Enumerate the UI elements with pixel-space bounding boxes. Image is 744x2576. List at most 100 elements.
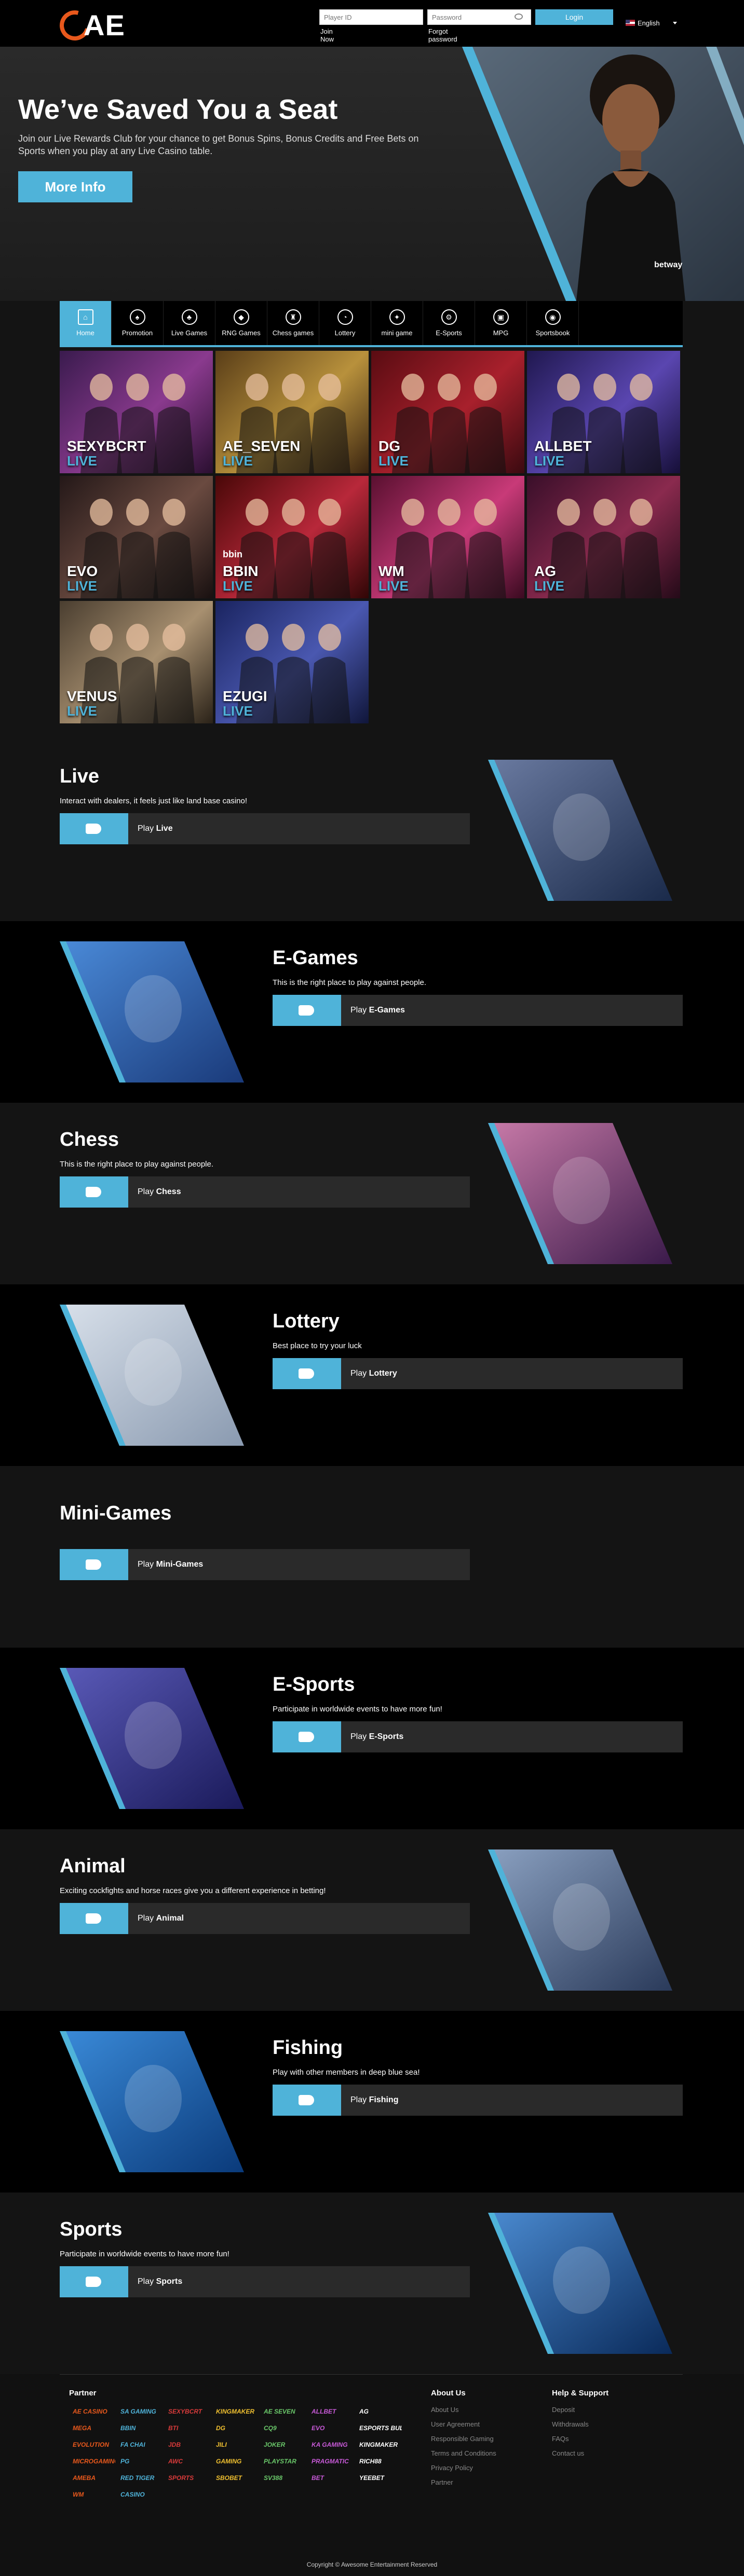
live-tile-ag[interactable]: AG LIVE bbox=[527, 476, 680, 598]
partner-logo: SPORTS bbox=[168, 2474, 194, 2482]
section-title: Mini-Games bbox=[60, 1502, 172, 1524]
footer-about-link[interactable]: Terms and Conditions bbox=[431, 2446, 496, 2461]
eye-icon[interactable] bbox=[515, 13, 523, 20]
partner-logo: EVO bbox=[312, 2424, 325, 2432]
partner-logo: KINGMAKER bbox=[359, 2441, 398, 2448]
tab-rng-games[interactable]: ◆ RNG Games bbox=[215, 301, 267, 345]
play-prefix: Play bbox=[138, 824, 154, 833]
play-button[interactable]: Play Animal bbox=[60, 1903, 470, 1934]
tab-live-games[interactable]: ♣ Live Games bbox=[164, 301, 215, 345]
tab-e-sports[interactable]: ⚙ E-Sports bbox=[423, 301, 475, 345]
provider-name: EVO bbox=[67, 563, 98, 579]
login-button[interactable]: Login bbox=[535, 9, 613, 25]
forgot-password-link[interactable]: Forgot password bbox=[428, 28, 457, 43]
tab-lottery[interactable]: ◔ Lottery bbox=[319, 301, 371, 345]
play-button[interactable]: Play Chess bbox=[60, 1176, 470, 1208]
section-live: Live Interact with dealers, it feels just… bbox=[0, 739, 744, 921]
play-label: Play Chess bbox=[138, 1187, 181, 1197]
play-icon-block bbox=[60, 1176, 128, 1208]
live-label: LIVE bbox=[67, 578, 97, 594]
play-label: Play Sports bbox=[138, 2277, 182, 2286]
play-game-name: E-Games bbox=[369, 1006, 405, 1015]
section-image bbox=[60, 1305, 244, 1446]
section-mini-games: Mini-Games Play Mini-Games bbox=[0, 1466, 744, 1648]
hand-icon bbox=[86, 1913, 101, 1924]
section-e-games: E-Games This is the right place to play a… bbox=[0, 921, 744, 1103]
logo[interactable]: AE bbox=[54, 5, 143, 46]
hero-title: We’ve Saved You a Seat bbox=[18, 94, 338, 125]
more-info-button[interactable]: More Info bbox=[18, 171, 132, 202]
tab-label: RNG Games bbox=[222, 329, 261, 337]
language-label: English bbox=[638, 19, 660, 27]
section-title: Sports bbox=[60, 2218, 123, 2240]
hand-icon bbox=[299, 2095, 314, 2105]
footer-about-link[interactable]: Partner bbox=[431, 2475, 496, 2490]
play-button[interactable]: Play Mini-Games bbox=[60, 1549, 470, 1580]
us-flag-icon bbox=[626, 20, 635, 26]
footer-help-link[interactable]: Contact us bbox=[552, 2446, 589, 2461]
play-button[interactable]: Play Lottery bbox=[273, 1358, 683, 1389]
hand-icon bbox=[86, 1187, 101, 1197]
tab-chess-games[interactable]: ♜ Chess games bbox=[267, 301, 319, 345]
live-tile-ezugi[interactable]: EZUGI LIVE bbox=[215, 601, 369, 723]
play-button[interactable]: Play E-Sports bbox=[273, 1721, 683, 1752]
live-tile-allbet[interactable]: ALLBET LIVE bbox=[527, 351, 680, 473]
hero-banner: We’ve Saved You a Seat Join our Live Rew… bbox=[0, 47, 744, 301]
hand-icon bbox=[86, 824, 101, 834]
play-game-name: Sports bbox=[156, 2277, 183, 2286]
tab-home[interactable]: ⌂ Home bbox=[60, 301, 112, 345]
sportsbook-icon: ◉ bbox=[545, 309, 561, 325]
play-icon-block bbox=[60, 813, 128, 844]
live-tile-evo[interactable]: EVO LIVE bbox=[60, 476, 213, 598]
partner-logo: FA CHAI bbox=[120, 2441, 145, 2448]
section-image bbox=[60, 1668, 244, 1809]
provider-name: AG bbox=[534, 563, 556, 579]
play-button[interactable]: Play Live bbox=[60, 813, 470, 844]
footer-help-link[interactable]: FAQs bbox=[552, 2432, 589, 2446]
home-icon: ⌂ bbox=[77, 309, 93, 325]
player-id-input[interactable] bbox=[319, 9, 423, 25]
live-label: LIVE bbox=[223, 703, 253, 719]
play-game-name: Live bbox=[156, 824, 173, 833]
play-button[interactable]: Play Sports bbox=[60, 2266, 470, 2297]
partner-logo: DG bbox=[216, 2424, 225, 2432]
tab-mpg[interactable]: ▣ MPG bbox=[475, 301, 527, 345]
live-tile-sexybcrt[interactable]: SEXYBCRT LIVE bbox=[60, 351, 213, 473]
footer-about-link[interactable]: About Us bbox=[431, 2403, 496, 2417]
tab-label: Live Games bbox=[171, 329, 208, 337]
section-title: Chess bbox=[60, 1129, 119, 1150]
footer-about-link[interactable]: Privacy Policy bbox=[431, 2461, 496, 2475]
tab-sportsbook[interactable]: ◉ Sportsbook bbox=[527, 301, 579, 345]
live-tile-venus[interactable]: VENUS LIVE bbox=[60, 601, 213, 723]
section-description: This is the right place to play against … bbox=[273, 978, 427, 987]
about-title: About Us bbox=[431, 2389, 466, 2397]
mpg-icon: ▣ bbox=[493, 309, 509, 325]
esports-icon: ⚙ bbox=[441, 309, 457, 325]
tab-promotion[interactable]: ♠ Promotion bbox=[112, 301, 164, 345]
footer-divider bbox=[60, 2374, 683, 2375]
footer-about-link[interactable]: User Agreement bbox=[431, 2417, 496, 2432]
live-tile-wm[interactable]: WM LIVE bbox=[371, 476, 524, 598]
play-button[interactable]: Play E-Games bbox=[273, 995, 683, 1026]
section-image bbox=[488, 2213, 672, 2354]
live-tile-bbin[interactable]: bbin BBIN LIVE bbox=[215, 476, 369, 598]
tab-mini-game[interactable]: ✦ mini game bbox=[371, 301, 423, 345]
footer-help-link[interactable]: Withdrawals bbox=[552, 2417, 589, 2432]
live-label: LIVE bbox=[223, 578, 253, 594]
section-title: Fishing bbox=[273, 2037, 343, 2059]
footer-help-link[interactable]: Deposit bbox=[552, 2403, 589, 2417]
language-selector[interactable]: English bbox=[626, 19, 660, 27]
live-tile-dg[interactable]: DG LIVE bbox=[371, 351, 524, 473]
section-fishing: Fishing Play with other members in deep b… bbox=[0, 2011, 744, 2193]
help-title: Help & Support bbox=[552, 2389, 609, 2397]
play-label: Play Lottery bbox=[350, 1369, 397, 1378]
footer-about-link[interactable]: Responsible Gaming bbox=[431, 2432, 496, 2446]
chevron-down-icon[interactable] bbox=[673, 22, 677, 24]
play-button[interactable]: Play Fishing bbox=[273, 2085, 683, 2116]
section-animal: Animal Exciting cockfights and horse race… bbox=[0, 1829, 744, 2011]
live-tile-ae_seven[interactable]: AE_SEVEN LIVE bbox=[215, 351, 369, 473]
play-game-name: Lottery bbox=[369, 1369, 397, 1378]
play-game-name: Chess bbox=[156, 1187, 181, 1196]
join-now-link[interactable]: Join Now bbox=[320, 28, 334, 43]
partner-logo: SEXYBCRT bbox=[168, 2408, 202, 2415]
